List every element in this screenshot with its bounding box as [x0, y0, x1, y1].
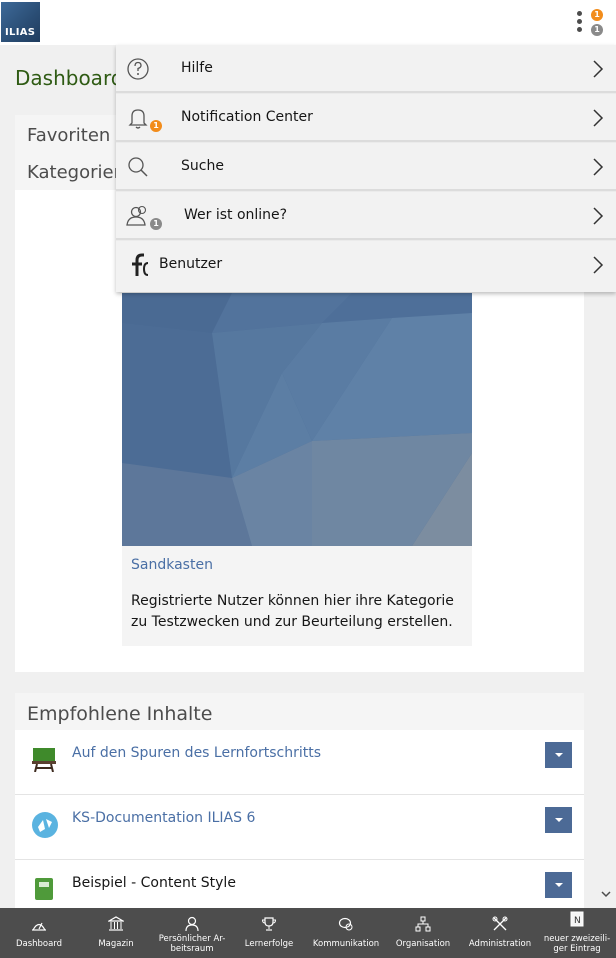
- list-item-label[interactable]: Beispiel - Content Style: [72, 875, 236, 891]
- menu-item-label: Suche: [181, 158, 224, 174]
- dashboard-icon: [32, 922, 46, 931]
- help-icon: [127, 58, 149, 80]
- repository-icon: [108, 916, 124, 931]
- scroll-down-icon[interactable]: [601, 888, 611, 902]
- recommended-panel: Empfohlene Inhalte Auf den Spuren des Le…: [15, 693, 584, 913]
- note-icon: N: [570, 911, 584, 927]
- card-title[interactable]: Sandkasten: [131, 557, 213, 573]
- mainbar-item-label: Lernerfolge: [244, 939, 294, 949]
- header-notification-badge: 1: [591, 9, 603, 21]
- menu-item-label: Hilfe: [181, 60, 213, 76]
- org-icon: [415, 916, 431, 932]
- mainbar-item-label: Persönlicher Ar- beitsraum: [158, 934, 226, 954]
- list-item: KS-Documentation ILIAS 6: [15, 795, 584, 860]
- user-icon: [132, 253, 149, 276]
- users-online-icon: [126, 205, 147, 226]
- person-icon: [185, 916, 199, 932]
- mainbar-item-label: Dashboard: [15, 939, 63, 949]
- tab-categories[interactable]: Kategorien: [27, 162, 125, 183]
- search-icon: [128, 157, 148, 177]
- polygon-pattern-image: [122, 293, 472, 546]
- meta-bar-slate: Hilfe 1 Notification Center Suche 1 Wer …: [116, 45, 616, 292]
- bell-icon: [128, 109, 148, 129]
- trophy-icon: [261, 917, 277, 931]
- mainbar-item-magazin[interactable]: Magazin: [78, 908, 154, 958]
- tools-icon: [492, 916, 508, 931]
- mainbar-item-label: Magazin: [98, 939, 134, 949]
- menu-item-notification-center[interactable]: 1 Notification Center: [116, 94, 616, 142]
- ilias-logo[interactable]: ILIAS: [1, 2, 40, 42]
- menu-item-user[interactable]: Benutzer: [116, 241, 616, 292]
- menu-item-label: Benutzer: [159, 256, 223, 272]
- list-item: Auf den Spuren des Lernfortschritts: [15, 730, 584, 795]
- menu-item-search[interactable]: Suche: [116, 143, 616, 191]
- item-actions-dropdown-button[interactable]: [545, 872, 572, 898]
- chat-icon: [338, 917, 353, 931]
- mainbar-item-communication[interactable]: Kommunikation: [308, 908, 384, 958]
- mainbar-item-label: Administration: [468, 939, 532, 949]
- category-card[interactable]: Sandkasten Registrierte Nutzer können hi…: [122, 293, 472, 646]
- card-image[interactable]: [122, 293, 472, 546]
- header-online-badge: 1: [591, 24, 603, 36]
- mainbar-item-personal-workspace[interactable]: Persönlicher Ar- beitsraum: [154, 908, 230, 958]
- list-item-label[interactable]: KS-Documentation ILIAS 6: [72, 810, 255, 826]
- mainbar-item-learning-success[interactable]: Lernerfolge: [231, 908, 307, 958]
- recommended-header: Empfohlene Inhalte: [15, 693, 584, 730]
- header-bar: ILIAS 1 1: [0, 0, 616, 45]
- chevron-right-icon: [593, 60, 604, 78]
- course-icon: [31, 746, 57, 773]
- tab-favorites[interactable]: Favoriten: [27, 125, 110, 146]
- chevron-right-icon: [593, 158, 604, 176]
- chevron-right-icon: [593, 256, 604, 274]
- recommended-title: Empfohlene Inhalte: [27, 703, 213, 725]
- mainbar-item-label: Kommunikation: [312, 939, 380, 949]
- online-users-badge: 1: [150, 218, 162, 230]
- list-item: Beispiel - Content Style: [15, 860, 584, 913]
- main-bar: Dashboard Magazin Persönlicher Ar- beits…: [0, 908, 616, 958]
- card-description: Registrierte Nutzer können hier ihre Kat…: [131, 593, 454, 630]
- notification-badge: 1: [150, 120, 162, 132]
- item-actions-dropdown-button[interactable]: [545, 807, 572, 833]
- chevron-right-icon: [593, 109, 604, 127]
- chevron-right-icon: [593, 207, 604, 225]
- kebab-menu-icon[interactable]: [574, 11, 584, 35]
- item-actions-dropdown-button[interactable]: [545, 742, 572, 768]
- wiki-icon: [31, 811, 58, 838]
- svg-text:N: N: [574, 916, 581, 926]
- mainbar-item-organisation[interactable]: Organisation: [385, 908, 461, 958]
- mainbar-item-label: neuer zweizeili- ger Eintrag: [543, 934, 611, 954]
- menu-item-help[interactable]: Hilfe: [116, 45, 616, 93]
- mainbar-item-label: Organisation: [395, 939, 451, 949]
- logo-text: ILIAS: [5, 27, 36, 38]
- menu-item-label: Wer ist online?: [184, 207, 288, 223]
- list-item-label[interactable]: Auf den Spuren des Lernfortschritts: [72, 745, 321, 761]
- learning-module-icon: [31, 876, 57, 902]
- menu-item-label: Notification Center: [181, 109, 313, 125]
- mainbar-item-administration[interactable]: Administration: [462, 908, 538, 958]
- menu-item-who-is-online[interactable]: 1 Wer ist online?: [116, 192, 616, 240]
- mainbar-item-new-entry[interactable]: N neuer zweizeili- ger Eintrag: [539, 908, 615, 958]
- page-title: Dashboard: [15, 66, 124, 90]
- mainbar-item-dashboard[interactable]: Dashboard: [1, 908, 77, 958]
